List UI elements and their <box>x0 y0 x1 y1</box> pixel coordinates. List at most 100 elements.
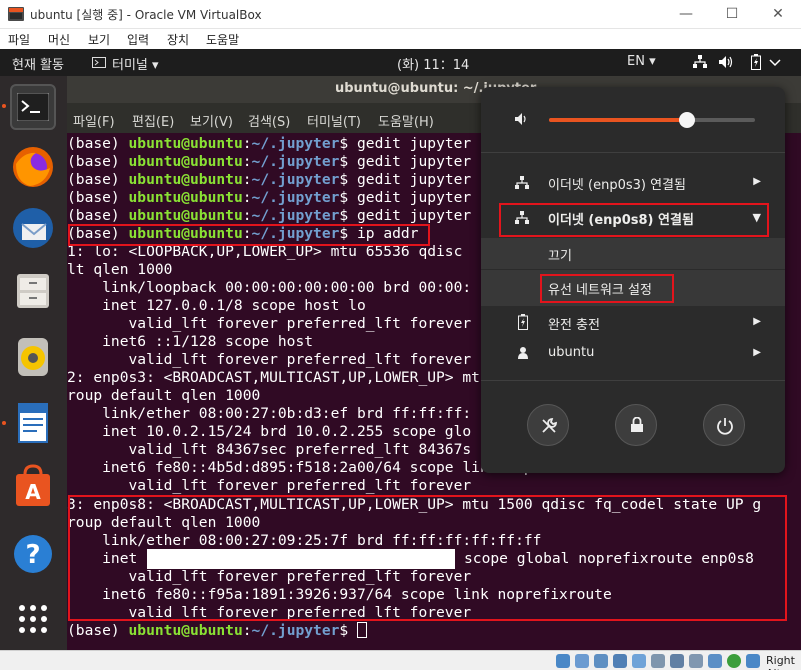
user-label: ubuntu <box>548 345 595 360</box>
battery-item[interactable]: 완전 충전 ▶ <box>481 306 785 340</box>
highlight-wired-settings <box>540 274 674 303</box>
settings-button[interactable] <box>527 404 569 446</box>
output-line: lt qlen 1000 <box>67 261 173 278</box>
network-adapter-icon[interactable] <box>613 654 627 668</box>
usb-icon[interactable] <box>632 654 646 668</box>
battery-icon <box>518 314 528 330</box>
term-menu-terminal[interactable]: 터미널(T) <box>307 111 361 130</box>
terminal-dock-icon[interactable] <box>10 84 56 130</box>
app-menu-button[interactable]: 터미널 ▾ <box>112 54 159 73</box>
output-line: inet6 ::1/128 scope host <box>67 333 314 350</box>
term-menu-view[interactable]: 보기(V) <box>190 111 233 130</box>
system-menu-arrow-icon[interactable] <box>769 59 781 67</box>
clock[interactable]: (화) 11：14 <box>397 54 469 73</box>
user-item[interactable]: ubuntu ▶ <box>481 337 785 371</box>
help-dock-icon[interactable]: ? <box>10 531 56 577</box>
prompt-line: (base) ubuntu@ubuntu:~/.jupyter$ gedit j… <box>67 135 472 152</box>
rhythmbox-dock-icon[interactable] <box>10 334 56 380</box>
separator <box>481 380 785 381</box>
lock-button[interactable] <box>615 404 657 446</box>
software-center-dock-icon[interactable]: A <box>10 464 56 510</box>
output-line: inet 127.0.0.1/8 scope host lo <box>67 297 366 314</box>
firefox-dock-icon[interactable] <box>10 144 56 190</box>
term-menu-help[interactable]: 도움말(H) <box>378 111 434 130</box>
dock: A ? <box>0 76 67 650</box>
battery-icon[interactable] <box>751 54 761 70</box>
volume-icon[interactable] <box>719 55 735 69</box>
running-indicator <box>2 104 6 108</box>
vb-menu-devices[interactable]: 장치 <box>167 31 189 48</box>
vb-menu-file[interactable]: 파일 <box>8 31 30 48</box>
virtualbox-app-icon <box>8 7 24 21</box>
ethernet-enp0s3-label: 이더넷 (enp0s3) 연결됨 <box>548 178 686 193</box>
optical-drive-icon[interactable] <box>575 654 589 668</box>
shared-folders-icon[interactable] <box>651 654 665 668</box>
output-line: inet 10.0.2.15/24 brd 10.0.2.255 scope g… <box>67 423 472 440</box>
virtualbox-menubar: 파일 머신 보기 입력 장치 도움말 <box>0 29 801 49</box>
window-title: ubuntu [실행 중] - Oracle VM VirtualBox <box>30 8 262 22</box>
output-line: valid_lft 84367sec preferred_lft 84367s <box>67 441 472 458</box>
lock-icon <box>631 417 643 432</box>
writer-dock-icon[interactable] <box>10 400 56 446</box>
prompt-line: (base) ubuntu@ubuntu:~/.jupyter$ gedit j… <box>67 207 472 224</box>
submenu-arrow-icon: ▶ <box>753 176 761 187</box>
output-line: roup default qlen 1000 <box>67 387 261 404</box>
language-indicator[interactable]: EN ▾ <box>627 54 656 69</box>
hard-disk-icon[interactable] <box>556 654 570 668</box>
volume-slider-fill <box>549 118 688 122</box>
power-button[interactable] <box>703 404 745 446</box>
cpu-icon[interactable] <box>708 654 722 668</box>
maximize-button[interactable]: ☐ <box>717 4 747 24</box>
prompt-line: (base) ubuntu@ubuntu:~/.jupyter$ <box>67 622 367 640</box>
submenu-arrow-icon: ▶ <box>753 347 761 358</box>
close-button[interactable]: ✕ <box>763 4 793 24</box>
volume-slider[interactable] <box>549 112 755 128</box>
vb-menu-view[interactable]: 보기 <box>88 31 110 48</box>
minimize-button[interactable]: — <box>671 4 701 24</box>
running-indicator <box>2 421 6 425</box>
term-menu-edit[interactable]: 편집(E) <box>132 111 174 130</box>
prompt-line: (base) ubuntu@ubuntu:~/.jupyter$ gedit j… <box>67 171 472 188</box>
network-icon[interactable] <box>693 55 707 69</box>
network-icon <box>515 176 529 189</box>
terminal-app-icon <box>92 57 106 68</box>
term-menu-file[interactable]: 파일(F) <box>73 111 115 130</box>
recording-icon[interactable] <box>689 654 703 668</box>
user-icon <box>518 347 528 359</box>
audio-icon[interactable] <box>594 654 608 668</box>
highlight-enp0s8-block <box>68 495 787 621</box>
tools-icon <box>542 418 557 433</box>
battery-label: 완전 충전 <box>548 318 600 333</box>
volume-icon <box>515 113 526 125</box>
submenu-arrow-icon: ▶ <box>753 316 761 327</box>
ethernet-enp0s3-item[interactable]: 이더넷 (enp0s3) 연결됨 ▶ <box>481 166 785 200</box>
activities-button[interactable]: 현재 활동 <box>12 54 64 73</box>
highlight-enp0s8-item <box>499 203 769 237</box>
output-line: 2: enp0s3: <BROADCAST,MULTICAST,UP,LOWER… <box>67 369 480 386</box>
files-dock-icon[interactable] <box>10 268 56 314</box>
output-line: link/loopback 00:00:00:00:00:00 brd 00:0… <box>67 279 472 296</box>
system-menu-popup: 이더넷 (enp0s3) 연결됨 ▶ 이더넷 (enp0s8) 연결됨 ▼ 끄기… <box>481 87 785 473</box>
terminal-cursor <box>357 622 367 638</box>
output-line: valid_lft forever preferred_lft forever <box>67 315 472 332</box>
output-line: valid_lft forever preferred_lft forever <box>67 477 472 494</box>
vb-menu-input[interactable]: 입력 <box>127 31 149 48</box>
disconnect-item[interactable]: 끄기 <box>481 238 785 269</box>
volume-slider-handle[interactable] <box>679 112 696 128</box>
guest-additions-icon[interactable] <box>727 654 741 668</box>
output-line: link/ether 08:00:27:0b:d3:ef brd ff:ff:f… <box>67 405 472 422</box>
svg-text:A: A <box>25 480 41 504</box>
svg-text:?: ? <box>25 540 40 570</box>
highlight-ip-addr-command <box>68 224 430 246</box>
vb-menu-machine[interactable]: 머신 <box>48 31 70 48</box>
vb-menu-help[interactable]: 도움말 <box>206 31 239 48</box>
power-icon <box>717 418 733 435</box>
display-icon[interactable] <box>670 654 684 668</box>
term-menu-search[interactable]: 검색(S) <box>248 111 290 130</box>
show-applications-icon[interactable] <box>10 596 56 642</box>
window-titlebar: ubuntu [실행 중] - Oracle VM VirtualBox — ☐… <box>0 0 801 29</box>
thunderbird-dock-icon[interactable] <box>10 206 56 252</box>
mouse-integration-icon[interactable] <box>746 654 760 668</box>
separator <box>481 152 785 153</box>
prompt-line: (base) ubuntu@ubuntu:~/.jupyter$ gedit j… <box>67 153 472 170</box>
